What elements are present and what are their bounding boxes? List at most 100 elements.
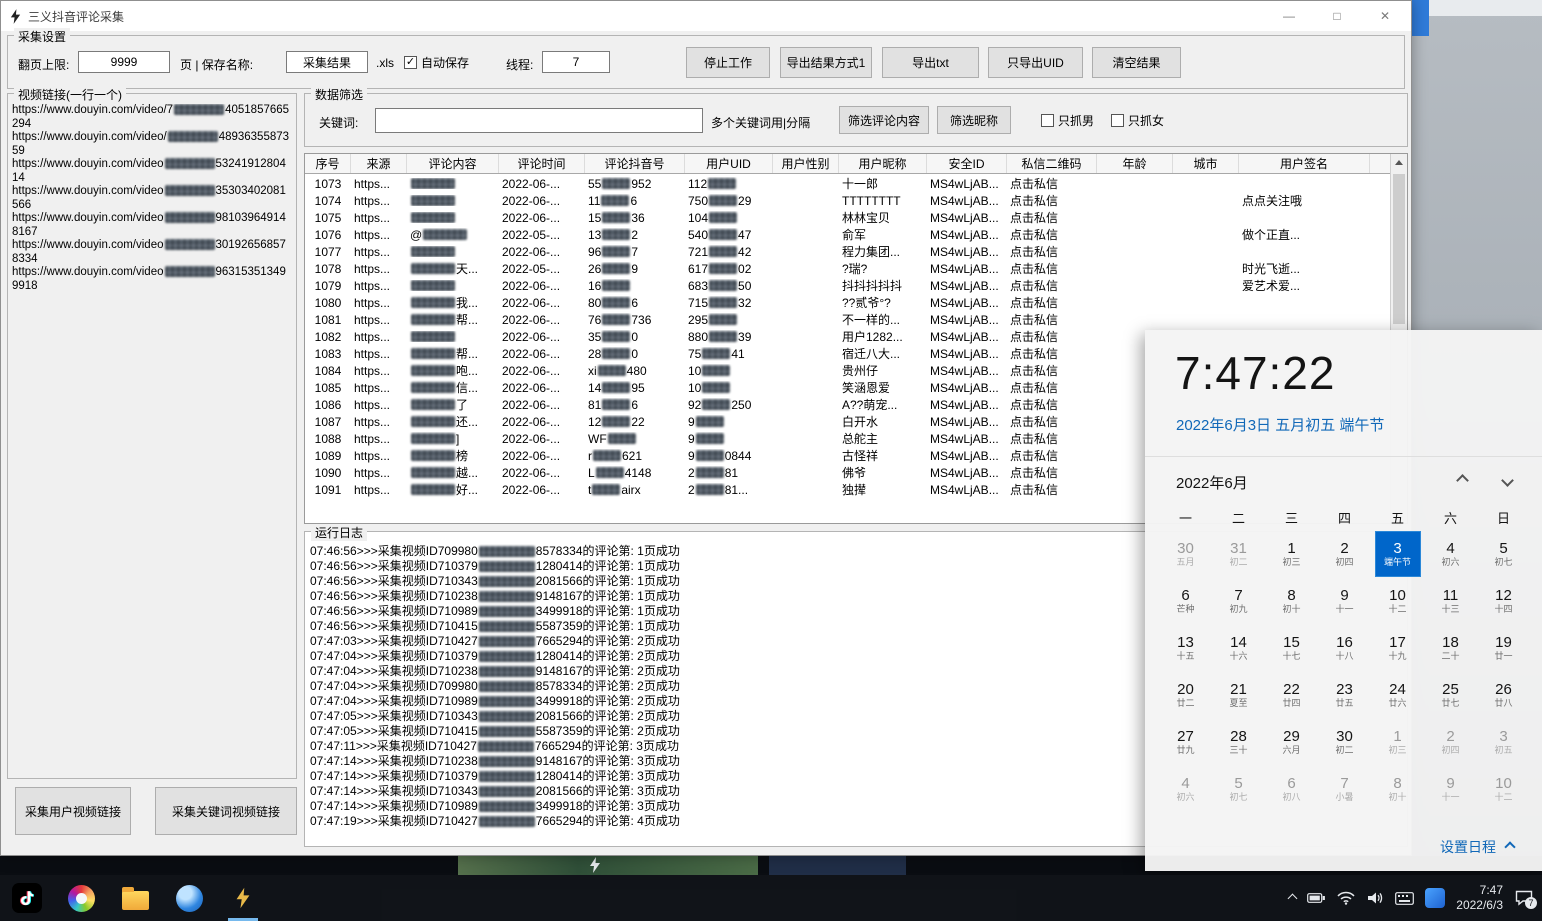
minimize-button[interactable]: —	[1265, 1, 1313, 31]
clock-date-line[interactable]: 2022年6月3日 五月初五 端午节	[1176, 414, 1384, 435]
calendar-day[interactable]: 11十三	[1424, 577, 1477, 624]
calendar-day[interactable]: 24廿六	[1371, 671, 1424, 718]
close-button[interactable]: ✕	[1361, 1, 1409, 31]
calendar-day[interactable]: 31初二	[1212, 530, 1265, 577]
calendar-day[interactable]: 21夏至	[1212, 671, 1265, 718]
export-uid-button[interactable]: 只导出UID	[988, 47, 1083, 78]
table-row[interactable]: 1080https...我...2022-06-...80671532??贰爷°…	[305, 294, 1390, 311]
column-header-5[interactable]: 用户UID	[685, 154, 773, 173]
calendar-day[interactable]: 13十五	[1159, 624, 1212, 671]
calendar-day[interactable]: 15十七	[1265, 624, 1318, 671]
tray-clock[interactable]: 7:47 2022/6/3	[1456, 883, 1503, 913]
calendar-day[interactable]: 14十六	[1212, 624, 1265, 671]
calendar-day[interactable]: 10十二	[1477, 765, 1530, 812]
calendar-day[interactable]: 7初九	[1212, 577, 1265, 624]
stop-work-button[interactable]: 停止工作	[686, 47, 770, 78]
table-row[interactable]: 1075https...2022-06-...1536104林林宝贝MS4wLj…	[305, 209, 1390, 226]
calendar-day[interactable]: 29六月	[1265, 718, 1318, 765]
table-row[interactable]: 1073https...2022-06-...55952112十一郎MS4wLj…	[305, 175, 1390, 192]
calendar-day[interactable]: 8初十	[1265, 577, 1318, 624]
scroll-up-button[interactable]	[1391, 154, 1407, 171]
maximize-button[interactable]: □	[1313, 1, 1361, 31]
column-header-11[interactable]: 城市	[1173, 154, 1239, 173]
calendar-day[interactable]: 12十四	[1477, 577, 1530, 624]
column-header-12[interactable]: 用户签名	[1239, 154, 1370, 173]
column-header-9[interactable]: 私信二维码	[1007, 154, 1097, 173]
thread-input[interactable]	[542, 51, 610, 73]
calendar-day[interactable]: 16十八	[1318, 624, 1371, 671]
calendar-day[interactable]: 3端午节	[1371, 530, 1424, 577]
calendar-day[interactable]: 3初五	[1477, 718, 1530, 765]
column-header-10[interactable]: 年龄	[1097, 154, 1173, 173]
set-schedule-link[interactable]: 设置日程	[1440, 837, 1514, 857]
keyword-input[interactable]	[375, 108, 703, 133]
table-row[interactable]: 1078https...天...2022-05-...26961702?瑞?MS…	[305, 260, 1390, 277]
calendar-day[interactable]: 22廿四	[1265, 671, 1318, 718]
calendar-next-icon[interactable]	[1501, 474, 1514, 487]
collect-keyword-videos-button[interactable]: 采集关键词视频链接	[155, 787, 297, 835]
calendar-day[interactable]: 4初六	[1424, 530, 1477, 577]
save-name-input[interactable]	[286, 51, 368, 73]
wifi-icon[interactable]	[1337, 891, 1355, 905]
calendar-day[interactable]: 18二十	[1424, 624, 1477, 671]
calendar-day[interactable]: 28三十	[1212, 718, 1265, 765]
column-header-7[interactable]: 用户昵称	[839, 154, 927, 173]
taskbar-icon-collector-app[interactable]	[216, 875, 270, 921]
export-result-button[interactable]: 导出结果方式1	[780, 47, 872, 78]
table-row[interactable]: 1081https...帮...2022-06-...76736295不一样的.…	[305, 311, 1390, 328]
calendar-day[interactable]: 1初三	[1371, 718, 1424, 765]
table-row[interactable]: 1076https...@2022-05-...13254047俞军MS4wLj…	[305, 226, 1390, 243]
calendar-day[interactable]: 25廿七	[1424, 671, 1477, 718]
video-links-list[interactable]: https://www.douyin.com/video/74051857665…	[12, 104, 292, 774]
calendar-day[interactable]: 30五月	[1159, 530, 1212, 577]
filter-content-button[interactable]: 筛选评论内容	[839, 106, 929, 134]
taskbar-icon-browser-360[interactable]	[54, 875, 108, 921]
only-male-checkbox[interactable]: 只抓男	[1041, 112, 1094, 129]
calendar-day[interactable]: 9十一	[1424, 765, 1477, 812]
taskbar-icon-file-explorer[interactable]	[108, 875, 162, 921]
calendar-day[interactable]: 27廿九	[1159, 718, 1212, 765]
calendar-day[interactable]: 5初七	[1477, 530, 1530, 577]
calendar-day[interactable]: 19廿一	[1477, 624, 1530, 671]
calendar-day[interactable]: 30初二	[1318, 718, 1371, 765]
calendar-day[interactable]: 2初四	[1424, 718, 1477, 765]
column-header-4[interactable]: 评论抖音号	[585, 154, 685, 173]
hidden-icons-chevron[interactable]	[1288, 893, 1298, 903]
taskbar-icon-douyin[interactable]	[0, 875, 54, 921]
calendar-day[interactable]: 6芒种	[1159, 577, 1212, 624]
calendar-day[interactable]: 4初六	[1159, 765, 1212, 812]
export-txt-button[interactable]: 导出txt	[882, 47, 979, 78]
calendar-day[interactable]: 2初四	[1318, 530, 1371, 577]
notification-center-icon[interactable]: 7	[1514, 889, 1534, 907]
calendar-day[interactable]: 5初七	[1212, 765, 1265, 812]
page-limit-input[interactable]	[78, 51, 170, 73]
column-header-8[interactable]: 安全ID	[927, 154, 1007, 173]
calendar-day[interactable]: 17十九	[1371, 624, 1424, 671]
calendar-day[interactable]: 6初八	[1265, 765, 1318, 812]
clear-results-button[interactable]: 清空结果	[1092, 47, 1181, 78]
table-row[interactable]: 1074https...2022-06-...11675029TTTTTTTTM…	[305, 192, 1390, 209]
scrollbar-thumb[interactable]	[1393, 174, 1405, 324]
column-header-0[interactable]: 序号	[305, 154, 351, 173]
calendar-day[interactable]: 8初十	[1371, 765, 1424, 812]
column-header-3[interactable]: 评论时间	[499, 154, 585, 173]
calendar-day[interactable]: 9十一	[1318, 577, 1371, 624]
column-header-1[interactable]: 来源	[351, 154, 407, 173]
autosave-checkbox[interactable]: ✓ 自动保存	[404, 54, 469, 71]
calendar-day[interactable]: 23廿五	[1318, 671, 1371, 718]
table-row[interactable]: 1077https...2022-06-...96772142程力集团...MS…	[305, 243, 1390, 260]
column-header-2[interactable]: 评论内容	[407, 154, 499, 173]
tray-app-icon[interactable]	[1425, 888, 1445, 908]
volume-icon[interactable]	[1366, 891, 1384, 905]
calendar-prev-icon[interactable]	[1456, 474, 1469, 487]
only-female-checkbox[interactable]: 只抓女	[1111, 112, 1164, 129]
table-row[interactable]: 1079https...2022-06-...1668350抖抖抖抖抖MS4wL…	[305, 277, 1390, 294]
taskbar-icon-browser[interactable]	[162, 875, 216, 921]
filter-nickname-button[interactable]: 筛选昵称	[937, 106, 1011, 134]
calendar-day[interactable]: 1初三	[1265, 530, 1318, 577]
column-header-6[interactable]: 用户性别	[773, 154, 839, 173]
battery-icon[interactable]	[1307, 892, 1326, 904]
calendar-day[interactable]: 20廿二	[1159, 671, 1212, 718]
collect-user-videos-button[interactable]: 采集用户视频链接	[15, 787, 131, 835]
titlebar[interactable]: 三义抖音评论采集 — □ ✕	[1, 1, 1411, 31]
